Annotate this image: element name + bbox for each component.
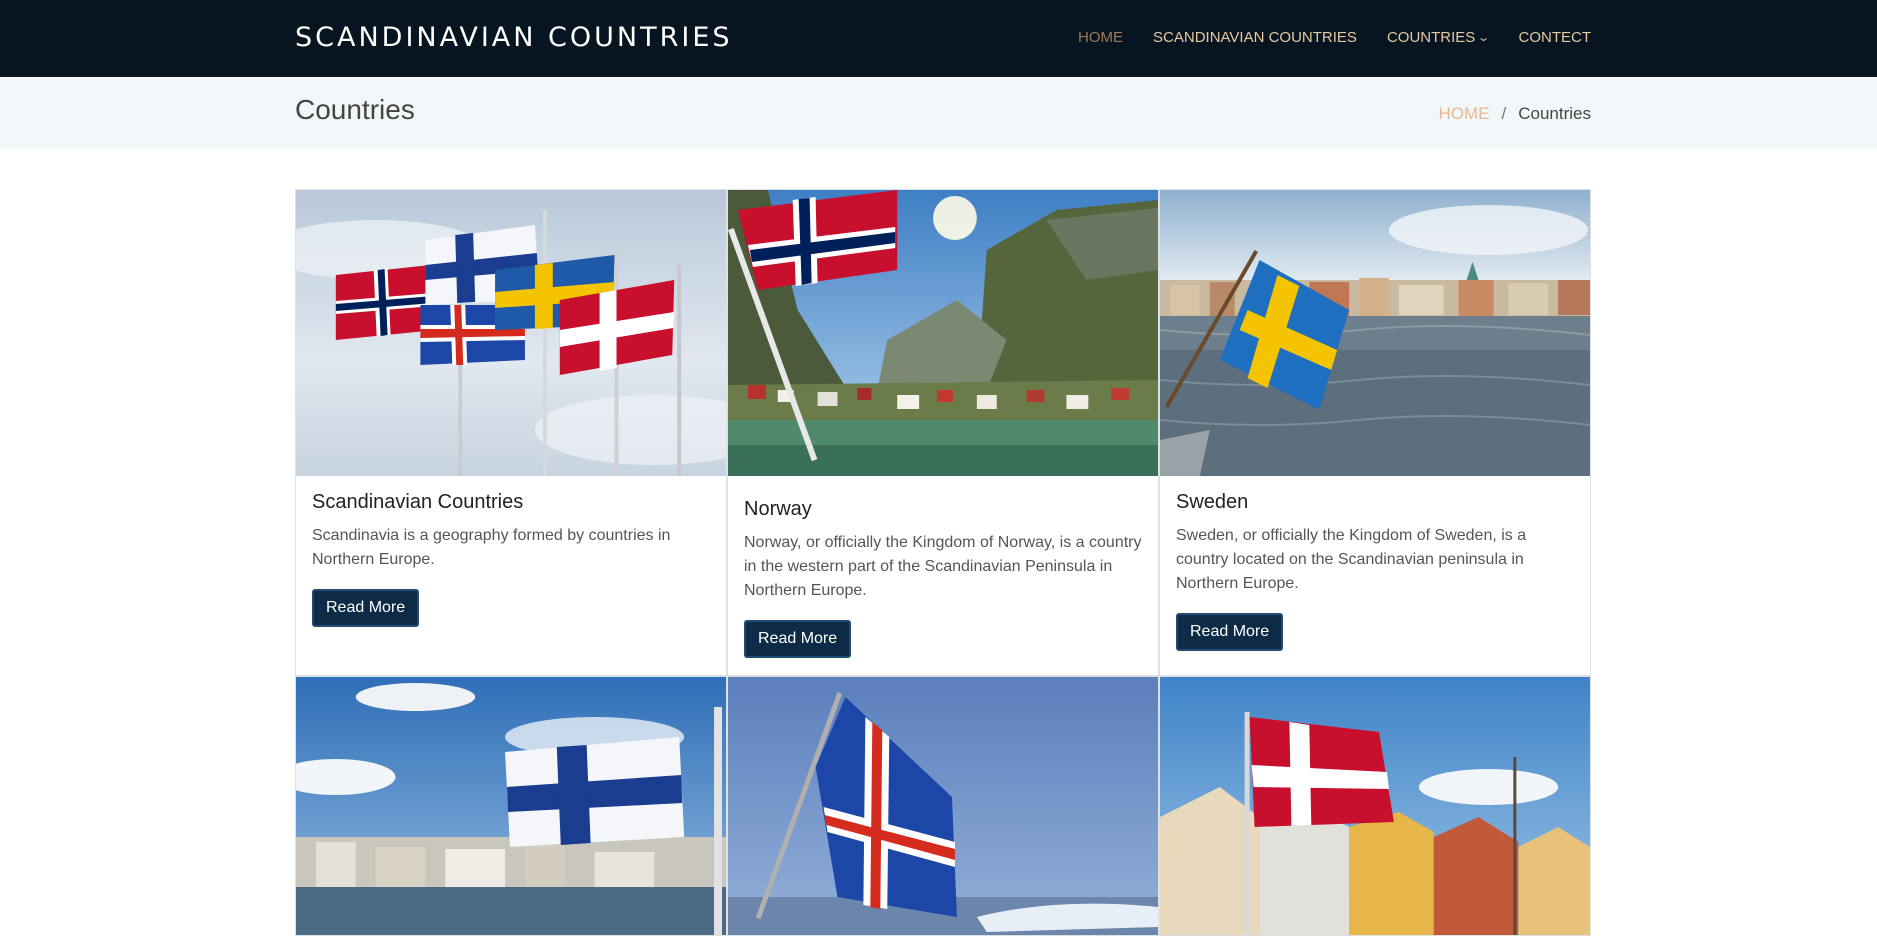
finland-flag-harbor-image[interactable] <box>296 677 726 935</box>
read-more-button[interactable]: Read More <box>744 620 852 658</box>
nav-scandinavian-countries[interactable]: SCANDINAVIAN COUNTRIES <box>1153 29 1357 46</box>
card-title: Norway <box>744 498 812 520</box>
chevron-down-icon: ⌄ <box>1477 32 1491 44</box>
card-finland <box>295 676 727 936</box>
card-title: Sweden <box>1176 491 1249 513</box>
denmark-flag-houses-image[interactable] <box>1160 677 1590 935</box>
main-nav: HOME SCANDINAVIAN COUNTRIES COUNTRIES ⌄ C… <box>1078 29 1591 46</box>
iceland-flag-sky-image[interactable] <box>728 677 1158 935</box>
card-text: Sweden, or officially the Kingdom of Swe… <box>1176 527 1527 592</box>
read-more-button[interactable]: Read More <box>312 589 420 627</box>
country-cards-grid: Scandinavian Countries Scandinavia is a … <box>295 189 1591 936</box>
norway-flag-fjord-image[interactable] <box>728 190 1158 476</box>
breadcrumb-home[interactable]: HOME <box>1439 104 1490 124</box>
breadcrumb-separator: / <box>1501 104 1507 123</box>
card-text: Norway, or officially the Kingdom of Nor… <box>744 534 1142 599</box>
nav-contact[interactable]: CONTECT <box>1519 29 1592 46</box>
card-text: Scandinavia is a geography formed by cou… <box>312 527 671 568</box>
flags-of-scandinavia-image[interactable] <box>296 190 726 476</box>
card-denmark <box>1159 676 1591 936</box>
nav-countries-dropdown[interactable]: COUNTRIES ⌄ <box>1386 29 1491 46</box>
top-navbar: SCANDINAVIAN COUNTRIES HOME SCANDINAVIAN… <box>0 0 1877 77</box>
site-brand[interactable]: SCANDINAVIAN COUNTRIES <box>295 22 733 53</box>
breadcrumb-current: Countries <box>1518 104 1591 123</box>
nav-countries-label: COUNTRIES <box>1386 29 1476 46</box>
breadcrumb: HOME / Countries <box>1439 104 1592 124</box>
card-title: Scandinavian Countries <box>312 491 524 513</box>
sweden-flag-city-image[interactable] <box>1160 190 1590 476</box>
page-title-bar: Countries HOME / Countries <box>0 77 1877 149</box>
card-norway: Norway Norway, or officially the Kingdom… <box>727 189 1159 676</box>
read-more-button[interactable]: Read More <box>1176 613 1284 651</box>
card-sweden: Sweden Sweden, or officially the Kingdom… <box>1159 189 1591 676</box>
page-title: Countries <box>295 94 415 125</box>
card-scandinavian-countries: Scandinavian Countries Scandinavia is a … <box>295 189 727 676</box>
nav-home[interactable]: HOME <box>1078 29 1123 46</box>
card-iceland <box>727 676 1159 936</box>
